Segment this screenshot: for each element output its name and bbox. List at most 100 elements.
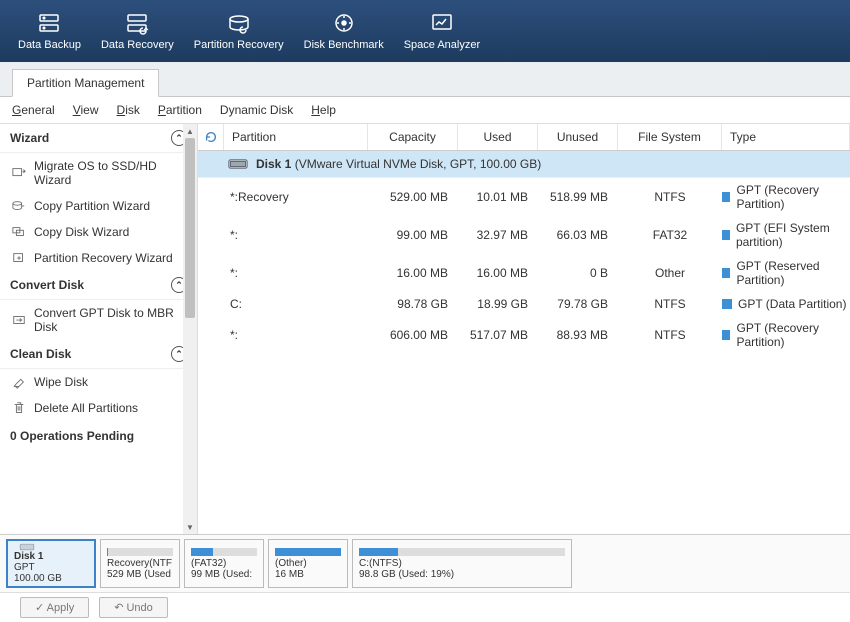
cell-type: GPT (Recovery Partition) (722, 321, 850, 349)
sidebar-item-label: Delete All Partitions (34, 401, 138, 415)
usage-bar (107, 548, 173, 556)
usage-bar (275, 548, 341, 556)
cell-unused: 0 B (538, 266, 618, 280)
sidebar-copy-partition[interactable]: Copy Partition Wizard (0, 193, 197, 219)
menu-dynamic-disk[interactable]: Dynamic Disk (220, 103, 293, 117)
th-capacity[interactable]: Capacity (368, 124, 458, 150)
table-row[interactable]: *:99.00 MB32.97 MB66.03 MBFAT32GPT (EFI … (198, 216, 850, 254)
disk-map: Disk 1 GPT 100.00 GB Recovery(NTF529 MB … (0, 534, 850, 592)
menu-view[interactable]: View (73, 103, 99, 117)
diskmap-partition[interactable]: (FAT32)99 MB (Used: (184, 539, 264, 588)
cell-partition: *: (224, 266, 368, 280)
color-swatch-icon (722, 230, 730, 240)
table-row[interactable]: *:Recovery529.00 MB10.01 MB518.99 MBNTFS… (198, 178, 850, 216)
cell-used: 32.97 MB (458, 228, 538, 242)
th-filesystem[interactable]: File System (618, 124, 722, 150)
th-partition[interactable]: Partition (224, 124, 368, 150)
cell-capacity: 98.78 GB (368, 297, 458, 311)
th-used[interactable]: Used (458, 124, 538, 150)
benchmark-icon (332, 11, 356, 35)
diskmap-part-label: (FAT32) (191, 558, 257, 569)
table-row[interactable]: C:98.78 GB18.99 GB79.78 GBNTFSGPT (Data … (198, 292, 850, 316)
sidebar-delete-all-partitions[interactable]: Delete All Partitions (0, 395, 197, 421)
section-title: Wizard (10, 131, 49, 145)
cell-filesystem: NTFS (618, 328, 722, 342)
main-area: Wizard ⌃ Migrate OS to SSD/HD Wizard Cop… (0, 124, 850, 534)
th-type[interactable]: Type (722, 124, 850, 150)
color-swatch-icon (722, 330, 730, 340)
usage-bar (359, 548, 565, 556)
section-title: Clean Disk (10, 347, 71, 361)
diskmap-part-sub: 98.8 GB (Used: 19%) (359, 569, 565, 580)
toolbar-label: Disk Benchmark (304, 39, 384, 51)
scroll-down-icon[interactable]: ▼ (183, 520, 197, 534)
recovery-icon (125, 11, 149, 35)
diskmap-partition[interactable]: Recovery(NTF529 MB (Used (100, 539, 180, 588)
diskmap-part-sub: 529 MB (Used (107, 569, 173, 580)
sidebar-copy-disk[interactable]: Copy Disk Wizard (0, 219, 197, 245)
diskmap-disk-size: 100.00 GB (14, 573, 62, 584)
scroll-thumb[interactable] (185, 138, 195, 318)
disk-row[interactable]: Disk 1 (VMware Virtual NVMe Disk, GPT, 1… (198, 151, 850, 178)
toolbar-disk-benchmark[interactable]: Disk Benchmark (294, 5, 394, 57)
table-row[interactable]: *:16.00 MB16.00 MB0 BOtherGPT (Reserved … (198, 254, 850, 292)
sidebar-convert-gpt-mbr[interactable]: Convert GPT Disk to MBR Disk (0, 300, 197, 340)
usage-bar (191, 548, 257, 556)
analyzer-icon (430, 11, 454, 35)
cell-used: 18.99 GB (458, 297, 538, 311)
cell-filesystem: NTFS (618, 190, 722, 204)
sidebar-item-label: Migrate OS to SSD/HD Wizard (34, 159, 185, 187)
cell-used: 16.00 MB (458, 266, 538, 280)
cell-capacity: 606.00 MB (368, 328, 458, 342)
cell-capacity: 99.00 MB (368, 228, 458, 242)
cell-unused: 88.93 MB (538, 328, 618, 342)
tab-partition-management[interactable]: Partition Management (12, 69, 159, 97)
menu-general[interactable]: General (12, 103, 55, 117)
sidebar-wipe-disk[interactable]: Wipe Disk (0, 369, 197, 395)
diskmap-disk[interactable]: Disk 1 GPT 100.00 GB (6, 539, 96, 588)
cell-filesystem: Other (618, 266, 722, 280)
cell-unused: 518.99 MB (538, 190, 618, 204)
cell-type: GPT (Reserved Partition) (722, 259, 850, 287)
color-swatch-icon (722, 192, 730, 202)
sidebar-item-label: Copy Partition Wizard (34, 199, 150, 213)
menu-disk[interactable]: Disk (117, 103, 140, 117)
cell-type: GPT (Recovery Partition) (722, 183, 850, 211)
sidebar-scrollbar[interactable]: ▲ ▼ (183, 124, 197, 534)
menu-partition[interactable]: Partition (158, 103, 202, 117)
toolbar-space-analyzer[interactable]: Space Analyzer (394, 5, 490, 57)
diskmap-parts: Recovery(NTF529 MB (Used(FAT32)99 MB (Us… (100, 539, 844, 588)
toolbar-label: Partition Recovery (194, 39, 284, 51)
undo-button[interactable]: ↶ Undo (99, 597, 168, 618)
section-title: Convert Disk (10, 278, 84, 292)
cell-used: 517.07 MB (458, 328, 538, 342)
diskmap-partition[interactable]: (Other)16 MB (268, 539, 348, 588)
toolbar-label: Data Recovery (101, 39, 174, 51)
diskmap-part-label: Recovery(NTF (107, 558, 173, 569)
toolbar-data-backup[interactable]: Data Backup (8, 5, 91, 57)
convert-icon (12, 313, 26, 327)
apply-button[interactable]: ✓ Apply (20, 597, 89, 618)
delete-icon (12, 401, 26, 415)
scroll-up-icon[interactable]: ▲ (183, 124, 197, 138)
table-row[interactable]: *:606.00 MB517.07 MB88.93 MBNTFSGPT (Rec… (198, 316, 850, 354)
migrate-icon (12, 166, 26, 180)
action-bar: ✓ Apply ↶ Undo (0, 592, 850, 622)
menu-help[interactable]: Help (311, 103, 336, 117)
sidebar-migrate-os[interactable]: Migrate OS to SSD/HD Wizard (0, 153, 197, 193)
cell-partition: *: (224, 328, 368, 342)
sidebar-item-label: Partition Recovery Wizard (34, 251, 173, 265)
diskmap-partition[interactable]: C:(NTFS)98.8 GB (Used: 19%) (352, 539, 572, 588)
disk-desc: (VMware Virtual NVMe Disk, GPT, 100.00 G… (295, 157, 542, 171)
diskmap-part-label: C:(NTFS) (359, 558, 565, 569)
sidebar-partition-recovery-wizard[interactable]: Partition Recovery Wizard (0, 245, 197, 271)
section-convert-disk[interactable]: Convert Disk ⌃ (0, 271, 197, 300)
toolbar-partition-recovery[interactable]: Partition Recovery (184, 5, 294, 57)
toolbar-data-recovery[interactable]: Data Recovery (91, 5, 184, 57)
refresh-button[interactable] (198, 124, 224, 150)
th-unused[interactable]: Unused (538, 124, 618, 150)
diskmap-disk-name: Disk 1 (14, 551, 43, 562)
section-clean-disk[interactable]: Clean Disk ⌃ (0, 340, 197, 369)
cell-partition: *:Recovery (224, 190, 368, 204)
section-wizard[interactable]: Wizard ⌃ (0, 124, 197, 153)
